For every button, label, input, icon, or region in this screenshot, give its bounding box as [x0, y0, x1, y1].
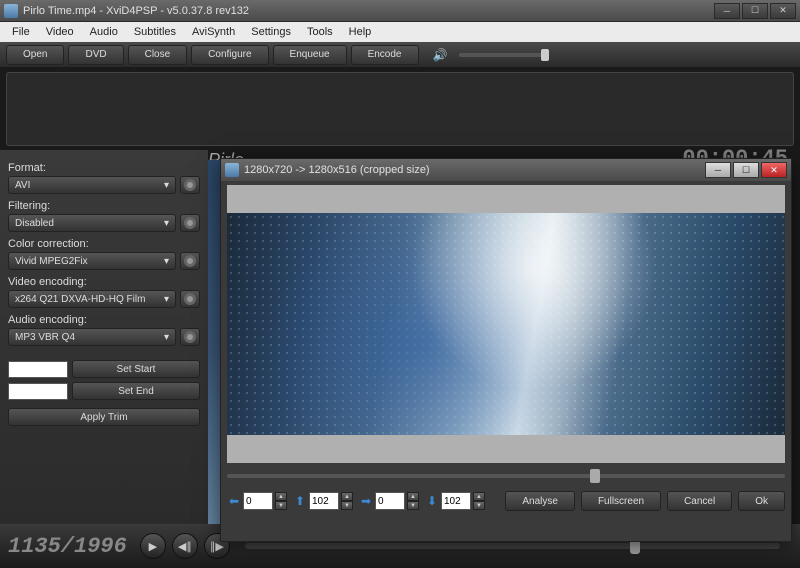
applytrim-button[interactable]: Apply Trim — [8, 408, 200, 426]
colorcorr-settings-button[interactable] — [180, 252, 200, 270]
gear-icon — [184, 331, 196, 343]
menu-subtitles[interactable]: Subtitles — [126, 24, 184, 40]
crop-left-input[interactable] — [243, 492, 273, 510]
format-settings-button[interactable] — [180, 176, 200, 194]
menu-bar: File Video Audio Subtitles AviSynth Sett… — [0, 22, 800, 42]
crop-right-arrow-icon[interactable]: ➡ — [359, 492, 373, 510]
crop-left-down[interactable]: ▼ — [275, 501, 287, 510]
menu-video[interactable]: Video — [38, 24, 82, 40]
audenc-label: Audio encoding: — [8, 314, 200, 326]
format-label: Format: — [8, 162, 200, 174]
encode-button[interactable]: Encode — [351, 45, 419, 65]
crop-left-up[interactable]: ▲ — [275, 492, 287, 501]
window-titlebar: Pirlo Time.mp4 - XviD4PSP - v5.0.37.8 re… — [0, 0, 800, 22]
crop-bottom-input[interactable] — [441, 492, 471, 510]
filtering-label: Filtering: — [8, 200, 200, 212]
crop-top-arrow-icon[interactable]: ⬆ — [293, 492, 307, 510]
dialog-titlebar: 1280x720 -> 1280x516 (cropped size) ─ ☐ … — [221, 159, 791, 181]
preview-strip — [6, 72, 794, 146]
menu-file[interactable]: File — [4, 24, 38, 40]
dvd-button[interactable]: DVD — [68, 45, 123, 65]
end-input[interactable] — [8, 383, 68, 400]
dialog-minimize-button[interactable]: ─ — [705, 162, 731, 178]
crop-top-down[interactable]: ▼ — [341, 501, 353, 510]
dialog-icon — [225, 163, 239, 177]
setend-button[interactable]: Set End — [72, 382, 200, 400]
cancel-button[interactable]: Cancel — [667, 491, 732, 511]
gear-icon — [184, 217, 196, 229]
colorcorr-label: Color correction: — [8, 238, 200, 250]
vidend-select[interactable]: x264 Q21 DXVA-HD-HQ Film▾ — [8, 290, 176, 308]
dialog-title: 1280x720 -> 1280x516 (cropped size) — [244, 164, 430, 176]
volume-icon: 🔊 — [433, 48, 448, 62]
analyse-button[interactable]: Analyse — [505, 491, 575, 511]
app-icon — [4, 4, 18, 18]
dialog-maximize-button[interactable]: ☐ — [733, 162, 759, 178]
timeline-slider[interactable] — [245, 543, 780, 549]
menu-help[interactable]: Help — [341, 24, 380, 40]
gear-icon — [184, 179, 196, 191]
filtering-settings-button[interactable] — [180, 214, 200, 232]
crop-right-input[interactable] — [375, 492, 405, 510]
menu-avisynth[interactable]: AviSynth — [184, 24, 243, 40]
vidend-settings-button[interactable] — [180, 290, 200, 308]
crop-bottom-down[interactable]: ▼ — [473, 501, 485, 510]
gear-icon — [184, 293, 196, 305]
toolbar: Open DVD Close Configure Enqueue Encode … — [0, 42, 800, 68]
vidend-label: Video encoding: — [8, 276, 200, 288]
ok-button[interactable]: Ok — [738, 491, 785, 511]
open-button[interactable]: Open — [6, 45, 64, 65]
crop-dialog: 1280x720 -> 1280x516 (cropped size) ─ ☐ … — [220, 158, 792, 542]
setstart-button[interactable]: Set Start — [72, 360, 200, 378]
maximize-button[interactable]: ☐ — [742, 3, 768, 19]
gear-icon — [184, 255, 196, 267]
colorcorr-select[interactable]: Vivid MPEG2Fix▾ — [8, 252, 176, 270]
dialog-controls: ⬅ ▲▼ ⬆ ▲▼ ➡ ▲▼ ⬇ ▲▼ Analyse Fullscreen C… — [227, 489, 785, 513]
enqueue-button[interactable]: Enqueue — [273, 45, 347, 65]
minimize-button[interactable]: ─ — [714, 3, 740, 19]
menu-settings[interactable]: Settings — [243, 24, 299, 40]
crop-top-up[interactable]: ▲ — [341, 492, 353, 501]
dialog-scrubber[interactable] — [227, 467, 785, 485]
menu-audio[interactable]: Audio — [82, 24, 126, 40]
step-back-button[interactable]: ◀∥ — [172, 533, 198, 559]
window-title: Pirlo Time.mp4 - XviD4PSP - v5.0.37.8 re… — [23, 5, 249, 17]
close-file-button[interactable]: Close — [128, 45, 188, 65]
crop-right-up[interactable]: ▲ — [407, 492, 419, 501]
menu-tools[interactable]: Tools — [299, 24, 341, 40]
configure-button[interactable]: Configure — [191, 45, 268, 65]
dialog-video-preview — [227, 185, 785, 463]
filtering-select[interactable]: Disabled▾ — [8, 214, 176, 232]
close-button[interactable]: ✕ — [770, 3, 796, 19]
volume-slider[interactable] — [459, 53, 549, 57]
audenc-select[interactable]: MP3 VBR Q4▾ — [8, 328, 176, 346]
crop-bottom-up[interactable]: ▲ — [473, 492, 485, 501]
frame-counter: 1135/1996 — [8, 534, 127, 559]
start-input[interactable] — [8, 361, 68, 378]
fullscreen-button[interactable]: Fullscreen — [581, 491, 661, 511]
format-select[interactable]: AVI▾ — [8, 176, 176, 194]
crop-bottom-arrow-icon[interactable]: ⬇ — [425, 492, 439, 510]
audenc-settings-button[interactable] — [180, 328, 200, 346]
crop-right-down[interactable]: ▼ — [407, 501, 419, 510]
play-button[interactable]: ▶ — [140, 533, 166, 559]
crop-left-arrow-icon[interactable]: ⬅ — [227, 492, 241, 510]
crop-top-input[interactable] — [309, 492, 339, 510]
sidebar: Format: AVI▾ Filtering: Disabled▾ Color … — [0, 150, 208, 550]
dialog-close-button[interactable]: ✕ — [761, 162, 787, 178]
